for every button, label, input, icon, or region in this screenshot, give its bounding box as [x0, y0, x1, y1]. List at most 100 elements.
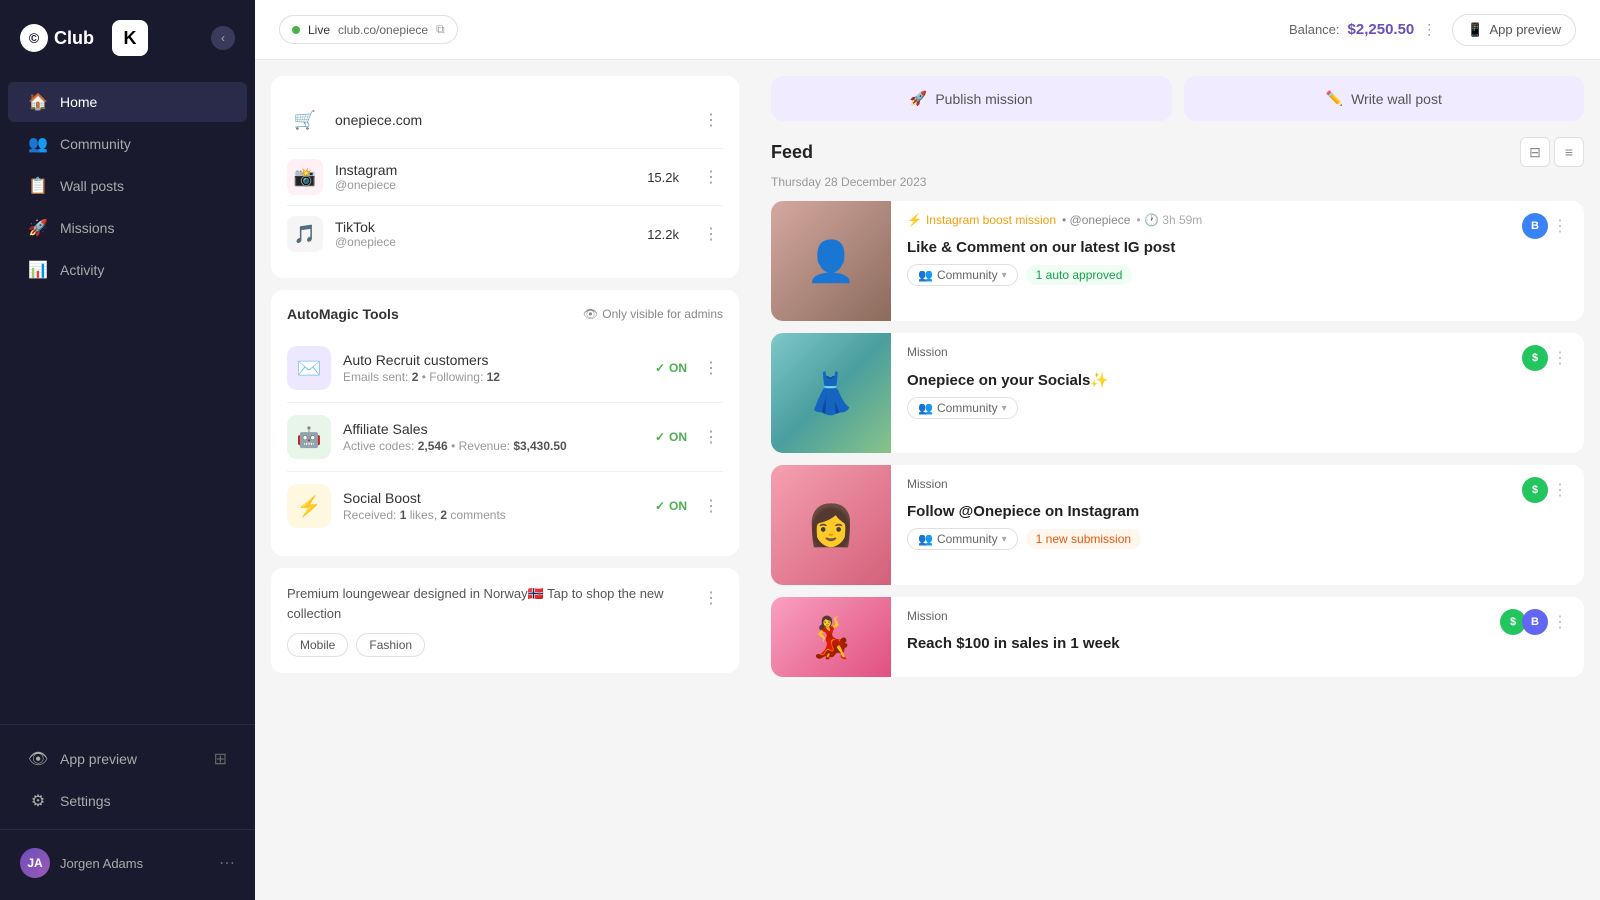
instagram-icon: 📸	[287, 159, 323, 195]
more-menu-button[interactable]: ⋮	[699, 492, 723, 520]
feed-post-card: 💃 Mission $ B ⋮ Reach $100 in sales in 1	[771, 597, 1584, 677]
admin-only-badge: 👁 Only visible for admins	[583, 307, 723, 321]
mission-type-label: Mission	[907, 609, 948, 623]
tag-row: 👥 Community ▾	[907, 397, 1568, 419]
topbar: Live club.co/onepiece ⧉ Balance: $2,250.…	[255, 0, 1600, 60]
feed-post-card: 👤 ⚡ Instagram boost mission • @onepiece …	[771, 201, 1584, 321]
sidebar-item-activity[interactable]: 📊 Activity	[8, 250, 247, 290]
tag-mobile: Mobile	[287, 633, 348, 657]
feed-card-meta: Mission	[907, 609, 948, 623]
tool-name: Social Boost	[343, 490, 643, 506]
publish-mission-button[interactable]: 🚀 Publish mission	[771, 76, 1172, 121]
post-image: 👤	[771, 201, 891, 321]
app-preview-label: App preview	[1489, 22, 1561, 37]
settings-icon: ⚙	[28, 791, 48, 811]
sidebar-item-home[interactable]: 🏠 Home	[8, 82, 247, 122]
list-item[interactable]: 🛒 onepiece.com ⋮	[287, 92, 723, 149]
feed-card-body: Mission $ ⋮ Onepiece on your Socials✨ 👥 …	[891, 333, 1584, 453]
sidebar-item-app-preview-label: App preview	[60, 751, 137, 767]
community-tag[interactable]: 👥 Community ▾	[907, 528, 1018, 550]
more-menu-button[interactable]: ⋮	[699, 163, 723, 191]
sidebar-bottom: 👁 App preview ⊞ ⚙ Settings JA Jorgen Ada…	[0, 724, 255, 900]
community-label: Community	[937, 401, 998, 415]
list-item[interactable]: 🎵 TikTok @onepiece 12.2k ⋮	[287, 206, 723, 262]
app-preview-button[interactable]: 📱 App preview	[1452, 14, 1576, 46]
follower-count: 15.2k	[647, 170, 679, 185]
tool-name: Affiliate Sales	[343, 421, 643, 437]
list-item[interactable]: 📸 Instagram @onepiece 15.2k ⋮	[287, 149, 723, 206]
tag-row: 👥 Community ▾ 1 auto approved	[907, 264, 1568, 286]
more-menu-button[interactable]: ⋮	[699, 220, 723, 248]
tool-desc: Active codes: 2,546 • Revenue: $3,430.50	[343, 439, 643, 453]
live-badge[interactable]: Live club.co/onepiece ⧉	[279, 15, 458, 44]
more-menu-button[interactable]: ⋮	[1552, 480, 1568, 500]
card-view-button[interactable]: ⊟	[1520, 137, 1550, 167]
more-menu-button[interactable]: ⋮	[1552, 612, 1568, 632]
balance-label: Balance:	[1289, 22, 1340, 37]
activity-icon: 📊	[28, 260, 48, 280]
avatar: $	[1522, 345, 1548, 371]
phone-icon: 📱	[1467, 22, 1483, 38]
list-item[interactable]: ✉️ Auto Recruit customers Emails sent: 2…	[287, 334, 723, 403]
list-item[interactable]: 🤖 Affiliate Sales Active codes: 2,546 • …	[287, 403, 723, 472]
sidebar-item-wall-posts[interactable]: 📋 Wall posts	[8, 166, 247, 206]
club-logo-text: Club	[54, 28, 94, 49]
sidebar-item-wall-posts-label: Wall posts	[60, 178, 124, 194]
on-toggle[interactable]: ✓ ON	[655, 430, 687, 444]
more-menu-button[interactable]: ⋮	[699, 423, 723, 451]
tags-row: Mobile Fashion	[287, 633, 723, 657]
feed-card-meta: ⚡ Instagram boost mission • @onepiece • …	[907, 213, 1202, 227]
list-item[interactable]: ⚡ Social Boost Received: 1 likes, 2 comm…	[287, 472, 723, 540]
community-icon-small: 👥	[918, 401, 933, 415]
more-menu-button[interactable]: ⋮	[699, 354, 723, 382]
automagic-tools-card: AutoMagic Tools 👁 Only visible for admin…	[271, 290, 739, 556]
new-submission-badge: 1 new submission	[1026, 529, 1141, 549]
more-menu-button[interactable]: ⋮	[1552, 216, 1568, 236]
social-name: Instagram	[335, 162, 635, 178]
balance-section: Balance: $2,250.50 ⋮	[1289, 21, 1436, 38]
user-section[interactable]: JA Jorgen Adams ⋯	[0, 838, 255, 888]
sidebar-item-settings[interactable]: ⚙ Settings	[8, 781, 247, 821]
avatar: B	[1522, 213, 1548, 239]
icons-row: $ ⋮	[1522, 477, 1568, 503]
on-toggle[interactable]: ✓ ON	[655, 361, 687, 375]
right-panel: 🚀 Publish mission ✏️ Write wall post Fee…	[755, 60, 1600, 900]
on-label: ON	[669, 361, 687, 375]
check-icon: ✓	[655, 361, 665, 375]
sidebar-item-activity-label: Activity	[60, 262, 104, 278]
on-toggle[interactable]: ✓ ON	[655, 499, 687, 513]
k-logo[interactable]: K	[112, 20, 148, 56]
more-menu-button[interactable]: ⋮	[699, 584, 723, 612]
mission-type-badge: ⚡ Instagram boost mission	[907, 213, 1056, 227]
sidebar-item-app-preview[interactable]: 👁 App preview ⊞	[8, 739, 247, 779]
tiktok-icon: 🎵	[287, 216, 323, 252]
collapse-sidebar-button[interactable]: ‹	[211, 26, 235, 50]
topbar-right: Balance: $2,250.50 ⋮ 📱 App preview	[1289, 14, 1576, 46]
sidebar-item-missions[interactable]: 🚀 Missions	[8, 208, 247, 248]
home-icon: 🏠	[28, 92, 48, 112]
more-menu-button[interactable]: ⋮	[699, 106, 723, 134]
community-tag[interactable]: 👥 Community ▾	[907, 264, 1018, 286]
list-view-button[interactable]: ≡	[1554, 137, 1584, 167]
publish-mission-label: Publish mission	[935, 91, 1032, 107]
cart-icon: 🛒	[287, 102, 323, 138]
balance-menu-button[interactable]: ⋮	[1422, 21, 1436, 38]
description-card: Premium loungewear designed in Norway🇳🇴 …	[271, 568, 739, 673]
avatar: $	[1522, 477, 1548, 503]
community-tag[interactable]: 👥 Community ▾	[907, 397, 1018, 419]
more-menu-button[interactable]: ⋮	[1552, 348, 1568, 368]
post-image-person: 👤	[771, 201, 891, 321]
user-menu-button[interactable]: ⋯	[219, 853, 235, 873]
write-wall-post-label: Write wall post	[1351, 91, 1442, 107]
post-image: 👗	[771, 333, 891, 453]
avatar: B	[1522, 609, 1548, 635]
community-icon: 👥	[28, 134, 48, 154]
feed-card-body: Mission $ B ⋮ Reach $100 in sales in 1 w…	[891, 597, 1584, 677]
app-preview-sidebar-icon: 👁	[28, 749, 48, 769]
sidebar-item-community[interactable]: 👥 Community	[8, 124, 247, 164]
chevron-down-icon: ▾	[1002, 270, 1007, 281]
write-wall-post-button[interactable]: ✏️ Write wall post	[1184, 76, 1585, 121]
icons-row: B ⋮	[1522, 213, 1568, 239]
copy-icon[interactable]: ⧉	[436, 22, 445, 37]
handle-text: • @onepiece	[1062, 213, 1130, 227]
